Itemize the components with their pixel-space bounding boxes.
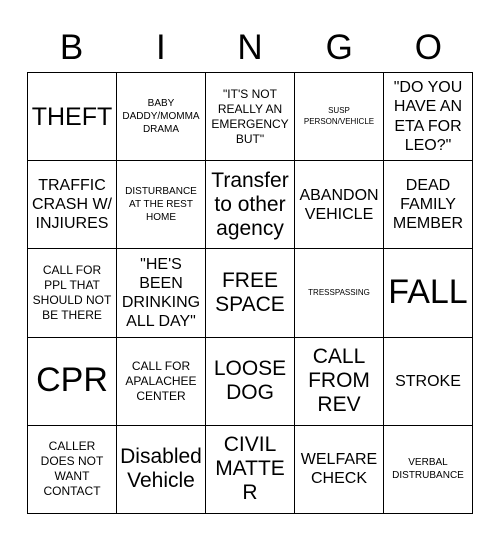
bingo-cell-label: STROKE <box>395 372 461 390</box>
bingo-cell[interactable]: CALL FOR PPL THAT SHOULD NOT BE THERE <box>28 249 117 338</box>
bingo-cell-label: CIVIL MATTER <box>215 433 285 505</box>
bingo-cell-label: Transfer to other agency <box>211 168 289 240</box>
bingo-cell[interactable]: CALLER DOES NOT WANT CONTACT <box>28 425 117 514</box>
bingo-cell-label: TRAFFIC CRASH W/ INJIURES <box>32 177 112 233</box>
header-letter-i: I <box>155 27 166 67</box>
bingo-cell[interactable]: TRESSPASSING <box>295 249 384 338</box>
bingo-cell[interactable]: CALL FROM REV <box>295 337 384 426</box>
bingo-cell[interactable]: TRAFFIC CRASH W/ INJIURES <box>28 161 117 250</box>
bingo-cell-label: DEAD FAMILY MEMBER <box>392 177 464 233</box>
bingo-cell[interactable]: "IT'S NOT REALLY AN EMERGENCY BUT" <box>206 73 295 162</box>
bingo-cell[interactable]: CIVIL MATTER <box>206 425 295 514</box>
bingo-cell[interactable]: "HE'S BEEN DRINKING ALL DAY" <box>117 249 206 338</box>
bingo-cell-label: DISTURBANCE AT THE REST HOME <box>125 186 197 224</box>
bingo-cell-label: CALL FOR APALACHEE CENTER <box>125 358 197 403</box>
bingo-cell[interactable]: VERBAL DISTRUBANCE <box>384 425 473 514</box>
bingo-cell-label: "IT'S NOT REALLY AN EMERGENCY BUT" <box>211 86 289 146</box>
bingo-cell[interactable]: ABANDON VEHICLE <box>295 161 384 250</box>
bingo-cell[interactable]: CALL FOR APALACHEE CENTER <box>117 337 206 426</box>
header-letter-o: O <box>414 27 443 67</box>
bingo-grid: THEFT BABY DADDY/MOMMA DRAMA "IT'S NOT R… <box>27 72 473 514</box>
bingo-cell[interactable]: LOOSE DOG <box>206 337 295 426</box>
bingo-cell-label: SUSP PERSON/VEHICLE <box>303 106 375 126</box>
bingo-cell[interactable]: THEFT <box>28 73 117 162</box>
header-letter-b: B <box>59 27 84 67</box>
header-letter-n: N <box>237 27 263 67</box>
bingo-cell-label: FALL <box>388 273 468 312</box>
bingo-cell-label: LOOSE DOG <box>213 357 287 405</box>
bingo-cell-label: THEFT <box>31 102 113 131</box>
bingo-cell[interactable]: DISTURBANCE AT THE REST HOME <box>117 161 206 250</box>
bingo-cell-label: ABANDON VEHICLE <box>299 186 379 223</box>
bingo-cell[interactable]: STROKE <box>384 337 473 426</box>
bingo-cell-label: FREE SPACE <box>215 268 285 316</box>
bingo-cell-label: "DO YOU HAVE AN ETA FOR LEO?" <box>393 79 463 154</box>
bingo-cell-label: "HE'S BEEN DRINKING ALL DAY" <box>121 255 201 331</box>
bingo-cell[interactable]: WELFARE CHECK <box>295 425 384 514</box>
bingo-cell[interactable]: BABY DADDY/MOMMA DRAMA <box>117 73 206 162</box>
bingo-cell-label: CALL FOR PPL THAT SHOULD NOT BE THERE <box>32 262 112 322</box>
bingo-cell[interactable]: "DO YOU HAVE AN ETA FOR LEO?" <box>384 73 473 162</box>
bingo-cell-label: CALLER DOES NOT WANT CONTACT <box>40 439 104 499</box>
bingo-cell[interactable]: Disabled Vehicle <box>117 425 206 514</box>
bingo-cell[interactable]: Transfer to other agency <box>206 161 295 250</box>
bingo-cell-label: Disabled Vehicle <box>120 445 202 493</box>
bingo-header: B I N G O <box>27 22 473 72</box>
bingo-cell-label: BABY DADDY/MOMMA DRAMA <box>122 98 200 136</box>
bingo-cell[interactable]: DEAD FAMILY MEMBER <box>384 161 473 250</box>
bingo-cell-label: CPR <box>36 361 108 400</box>
bingo-cell-label: TRESSPASSING <box>308 287 370 297</box>
bingo-cell[interactable]: CPR <box>28 337 117 426</box>
bingo-cell-label: WELFARE CHECK <box>300 451 378 488</box>
header-letter-g: G <box>325 27 353 67</box>
bingo-cell-label: VERBAL DISTRUBANCE <box>392 457 464 482</box>
bingo-cell-label: CALL FROM REV <box>308 344 370 417</box>
bingo-cell-free-space[interactable]: FREE SPACE <box>206 249 295 338</box>
bingo-card: B I N G O THEFT BABY DADDY/MOMMA DRAMA "… <box>0 0 500 544</box>
bingo-cell[interactable]: SUSP PERSON/VEHICLE <box>295 73 384 162</box>
bingo-cell[interactable]: FALL <box>384 249 473 338</box>
